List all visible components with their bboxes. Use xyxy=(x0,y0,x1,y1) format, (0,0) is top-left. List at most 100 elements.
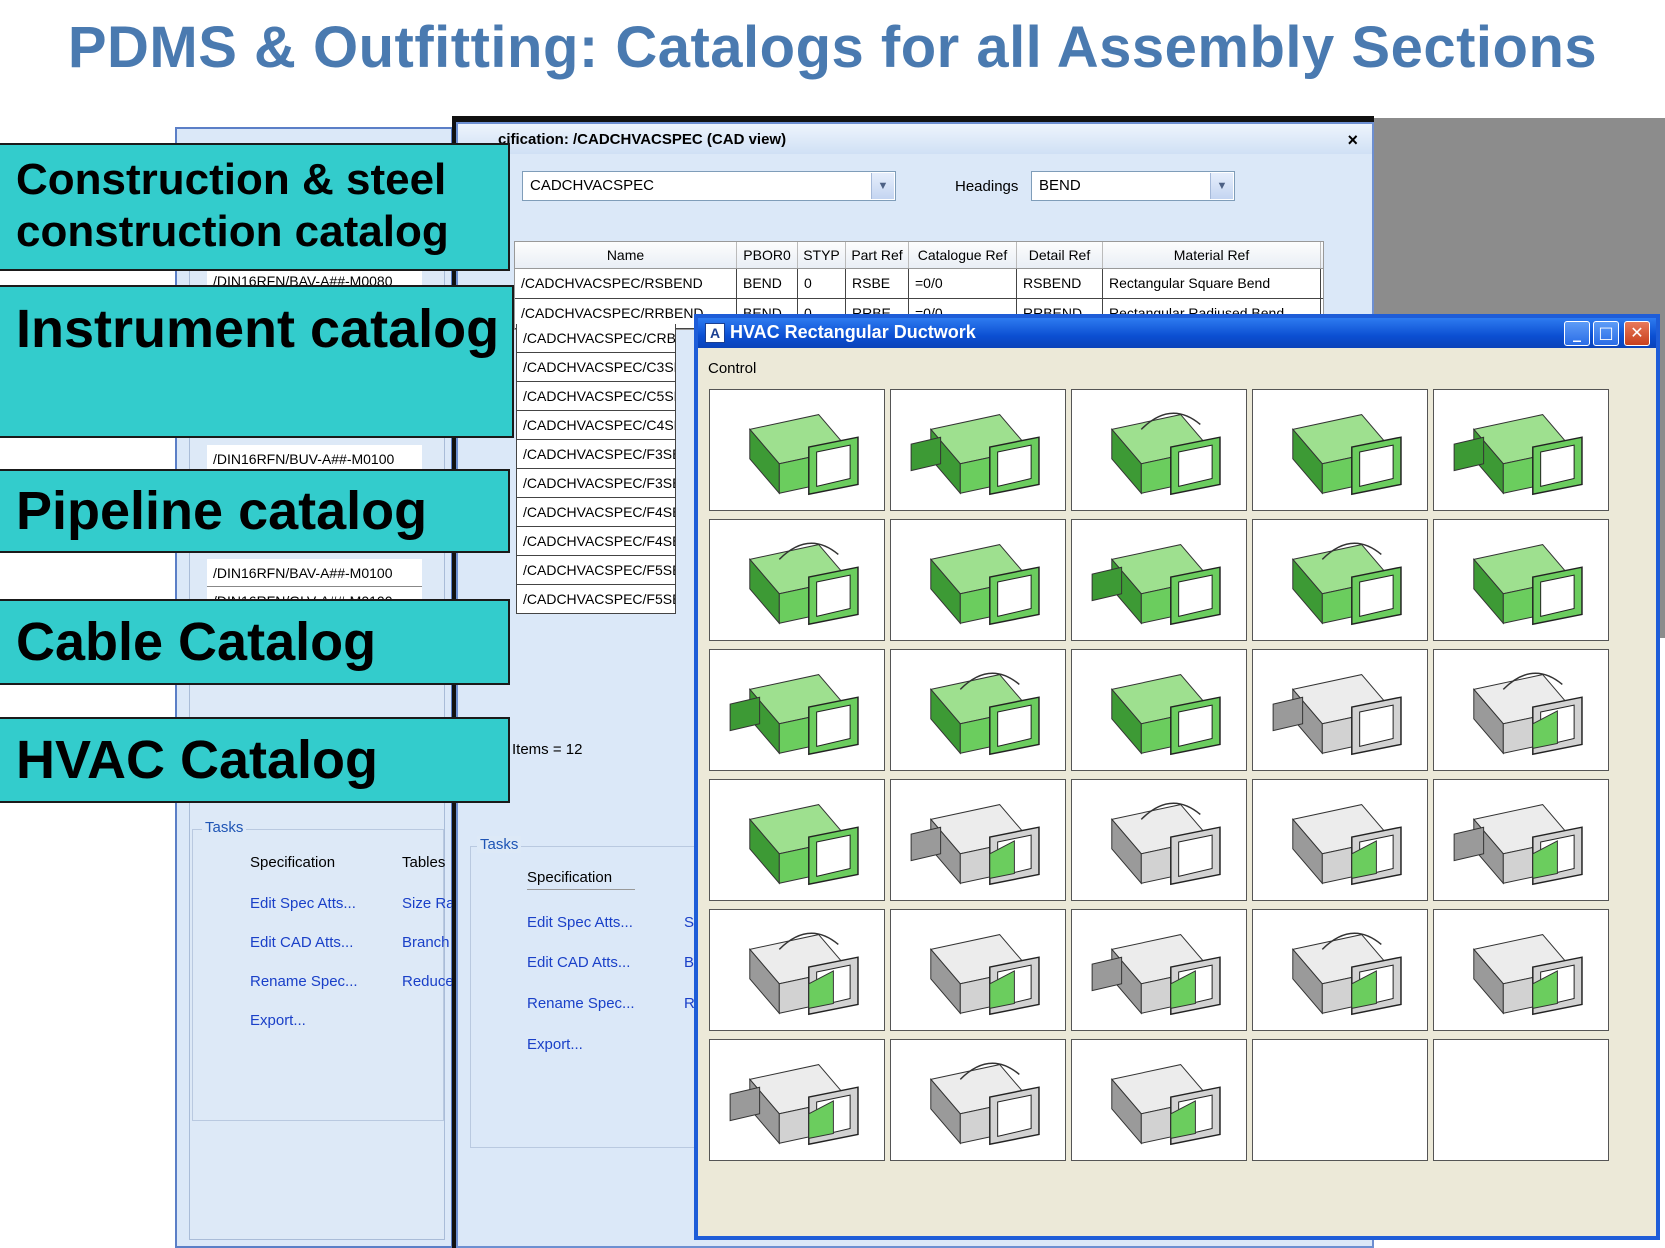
list-item[interactable]: /CADCHVACSPEC/F5SE xyxy=(516,585,676,614)
list-item[interactable]: /CADCHVACSPEC/C3SE xyxy=(516,353,676,382)
rename-spec-link[interactable]: Rename Spec... xyxy=(527,995,635,1012)
cell-material-ref: Rectangular Square Bend xyxy=(1103,269,1321,298)
offset-bend-icon xyxy=(748,542,859,626)
component-tile-transition-duct[interactable] xyxy=(709,389,885,511)
col-detail-ref[interactable]: Detail Ref xyxy=(1017,242,1103,268)
splitter-icon xyxy=(929,934,1040,1016)
component-tile-shoe-branch[interactable] xyxy=(709,649,885,771)
export-link[interactable]: Export... xyxy=(527,1036,583,1053)
list-item[interactable]: /CADCHVACSPEC/F3SE xyxy=(516,469,676,498)
component-tile-taper-duct[interactable] xyxy=(890,389,1066,511)
grid-header: Name PBOR0 STYP Part Ref Catalogue Ref D… xyxy=(515,242,1323,269)
component-tile-blade-damper[interactable] xyxy=(1071,909,1247,1031)
component-tile-empty[interactable] xyxy=(1252,1039,1428,1161)
branch-link[interactable]: Branch xyxy=(402,934,450,951)
back-spec-header: Specification xyxy=(250,854,336,871)
headings-combo[interactable]: BEND ▼ xyxy=(1031,171,1235,201)
headings-label: Headings xyxy=(955,178,1019,195)
maximize-button[interactable]: □ xyxy=(1593,321,1619,346)
component-tile-angled-branch[interactable] xyxy=(1071,519,1247,641)
component-tile-flanged-duct[interactable] xyxy=(890,1039,1066,1161)
list-item[interactable]: /DIN16RFN/BAV-A##-M0100 xyxy=(207,559,422,587)
edit-cad-atts-link[interactable]: Edit CAD Atts... xyxy=(527,954,630,971)
col-part-ref[interactable]: Part Ref xyxy=(846,242,909,268)
component-tile-grille[interactable] xyxy=(1433,779,1609,901)
chevron-down-icon[interactable]: ▼ xyxy=(1210,173,1233,199)
back-tables-header: Tables xyxy=(402,854,446,871)
component-tile-straight-branch[interactable] xyxy=(1071,649,1247,771)
spec-combo[interactable]: CADCHVACSPEC ▼ xyxy=(522,171,896,201)
construction-catalog-label: Construction & steel construction catalo… xyxy=(0,143,510,271)
component-tile-mitred-branch[interactable] xyxy=(890,649,1066,771)
list-item[interactable]: /CADCHVACSPEC/F5SE xyxy=(516,556,676,585)
instrument-catalog-label: Instrument catalog xyxy=(0,285,514,438)
spigot-icon xyxy=(748,932,859,1016)
table-row[interactable]: /CADCHVACSPEC/RSBEND BEND 0 RSBE =0/0 RS… xyxy=(515,269,1323,299)
shoe-branch-icon xyxy=(729,674,859,756)
component-tile-diagonal-transition[interactable] xyxy=(1071,1039,1247,1161)
list-item[interactable]: /CADCHVACSPEC/F3SE xyxy=(516,440,676,469)
size-range-link[interactable]: Size Ra xyxy=(402,895,455,912)
component-tile-access-door[interactable] xyxy=(1433,649,1609,771)
list-item[interactable]: /CADCHVACSPEC/F4SE xyxy=(516,498,676,527)
component-tile-s-offset[interactable] xyxy=(1252,519,1428,641)
list-item[interactable]: /CADCHVACSPEC/CRBI xyxy=(516,324,676,353)
edit-cad-atts-link[interactable]: Edit CAD Atts... xyxy=(250,934,353,951)
hvac-catalog-label: HVAC Catalog xyxy=(0,717,510,803)
reducer-link[interactable]: Reduce xyxy=(402,973,454,990)
list-item[interactable]: /CADCHVACSPEC/C4SE xyxy=(516,411,676,440)
cell-part-ref: RSBE xyxy=(846,269,909,298)
col-material-ref[interactable]: Material Ref xyxy=(1103,242,1321,268)
component-tile-tee-radius[interactable] xyxy=(1433,519,1609,641)
rename-spec-link[interactable]: Rename Spec... xyxy=(250,973,358,990)
component-tile-vane-box[interactable] xyxy=(1433,909,1609,1031)
close-button[interactable]: ✕ xyxy=(1624,321,1650,346)
col-pbor0[interactable]: PBOR0 xyxy=(737,242,798,268)
diagonal-transition-icon xyxy=(1110,1064,1221,1146)
menu-control[interactable]: Control xyxy=(708,360,756,377)
spec-window-title: cification: /CADCHVACSPEC (CAD view) xyxy=(498,131,787,148)
component-tile-radius-vane[interactable] xyxy=(1252,909,1428,1031)
twisted-bend-icon xyxy=(910,804,1040,886)
component-tile-square-bend[interactable] xyxy=(1252,389,1428,511)
chevron-down-icon[interactable]: ▼ xyxy=(871,173,894,199)
col-styp[interactable]: STYP xyxy=(798,242,846,268)
component-tile-fire-damper[interactable] xyxy=(709,1039,885,1161)
taper-duct-icon xyxy=(910,414,1040,496)
cell-detail-ref: RSBEND xyxy=(1017,269,1103,298)
radius-vane-icon xyxy=(1291,932,1402,1016)
edit-spec-atts-link[interactable]: Edit Spec Atts... xyxy=(250,895,356,912)
spec-name-list: /CADCHVACSPEC/CRBI /CADCHVACSPEC/C3SE /C… xyxy=(516,324,676,614)
tables-link-1[interactable]: S xyxy=(684,914,694,931)
blade-damper-icon xyxy=(1091,934,1221,1016)
component-tile-offset-taper[interactable] xyxy=(1071,389,1247,511)
component-tile-damper[interactable] xyxy=(1071,779,1247,901)
component-tile-reducer[interactable] xyxy=(890,519,1066,641)
cable-catalog-label: Cable Catalog xyxy=(0,599,510,685)
square-bend-icon xyxy=(1291,414,1402,496)
component-tile-plain-duct[interactable] xyxy=(1252,649,1428,771)
component-tile-twisted-bend[interactable] xyxy=(890,779,1066,901)
minimize-button[interactable]: _ xyxy=(1564,321,1590,346)
s-offset-icon xyxy=(1291,542,1402,626)
list-item[interactable]: /CADCHVACSPEC/C5SE xyxy=(516,382,676,411)
list-item[interactable]: /CADCHVACSPEC/F4SE xyxy=(516,527,676,556)
pipeline-catalog-label: Pipeline catalog xyxy=(0,469,510,553)
component-tile-empty[interactable] xyxy=(1433,1039,1609,1161)
col-name[interactable]: Name xyxy=(515,242,737,268)
items-count: Items = 12 xyxy=(512,741,583,758)
component-tile-offset-bend[interactable] xyxy=(709,519,885,641)
component-tile-hood[interactable] xyxy=(709,779,885,901)
tables-link-2[interactable]: B xyxy=(684,954,694,971)
component-tile-spigot[interactable] xyxy=(709,909,885,1031)
slide-title: PDMS & Outfitting: Catalogs for all Asse… xyxy=(67,15,1598,80)
edit-spec-atts-link[interactable]: Edit Spec Atts... xyxy=(527,914,633,931)
component-tile-gray-transition[interactable] xyxy=(1252,779,1428,901)
export-link[interactable]: Export... xyxy=(250,1012,306,1029)
col-catalogue-ref[interactable]: Catalogue Ref xyxy=(909,242,1017,268)
component-tile-splitter[interactable] xyxy=(890,909,1066,1031)
spec-titlebar: cification: /CADCHVACSPEC (CAD view) × xyxy=(458,124,1372,154)
component-tile-radius-bend[interactable] xyxy=(1433,389,1609,511)
hvac-titlebar: A HVAC Rectangular Ductwork _ □ ✕ xyxy=(698,318,1656,348)
close-icon[interactable]: × xyxy=(1347,130,1358,151)
